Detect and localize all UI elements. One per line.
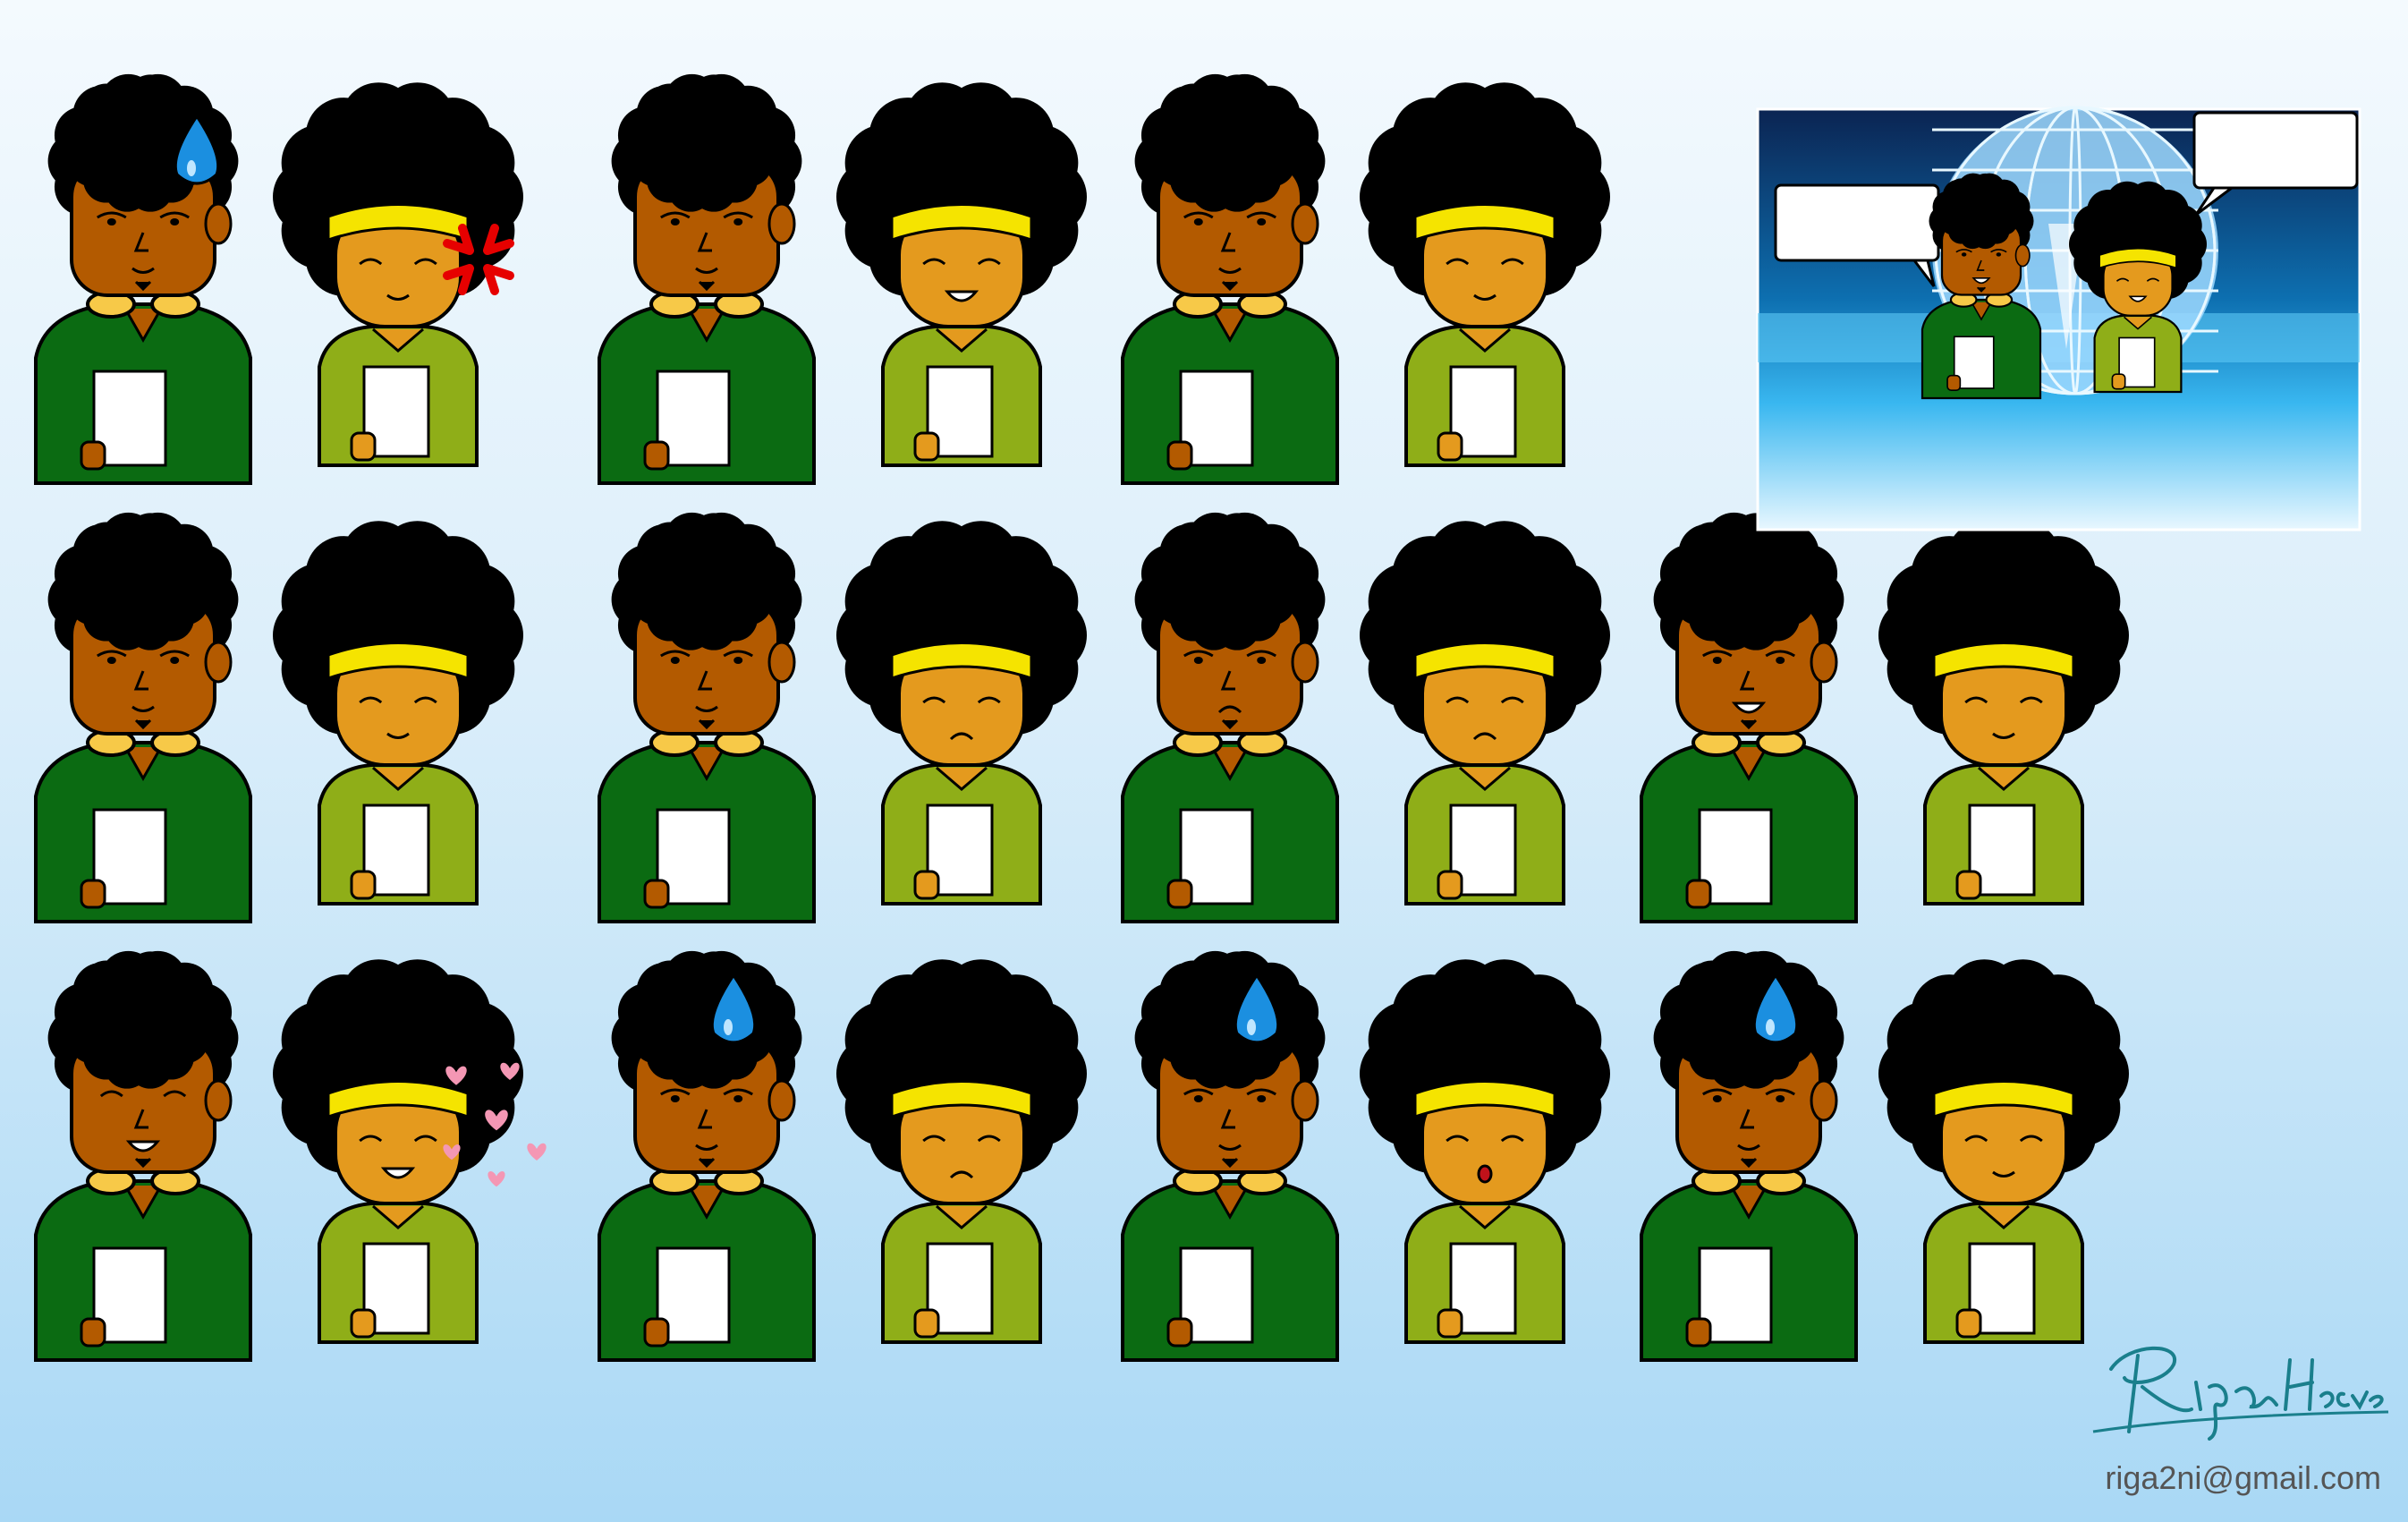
sprite-pair-1-1: [34, 73, 523, 485]
sprite-pair-1-2: [598, 73, 1087, 485]
signature-icon: [2092, 1346, 2389, 1441]
sprite-sheet: [34, 73, 2361, 1362]
sprite-pair-3-2: [598, 950, 1087, 1362]
artist-email[interactable]: riga2ni@gmail.com: [2105, 1459, 2381, 1497]
sprite-pair-2-3: [1121, 512, 1610, 923]
sprite-pair-1-3: [1121, 73, 1610, 485]
sprite-pair-3-1: [34, 950, 547, 1362]
sprite-pair-2-4: [1640, 512, 2129, 923]
sprite-pair-2-2: [598, 512, 1087, 923]
sprite-pair-3-3: [1121, 950, 1610, 1362]
sprite-pair-3-4: [1640, 950, 2129, 1362]
preview-scene: [1756, 106, 2361, 531]
sprite-pair-2-1: [34, 512, 523, 923]
